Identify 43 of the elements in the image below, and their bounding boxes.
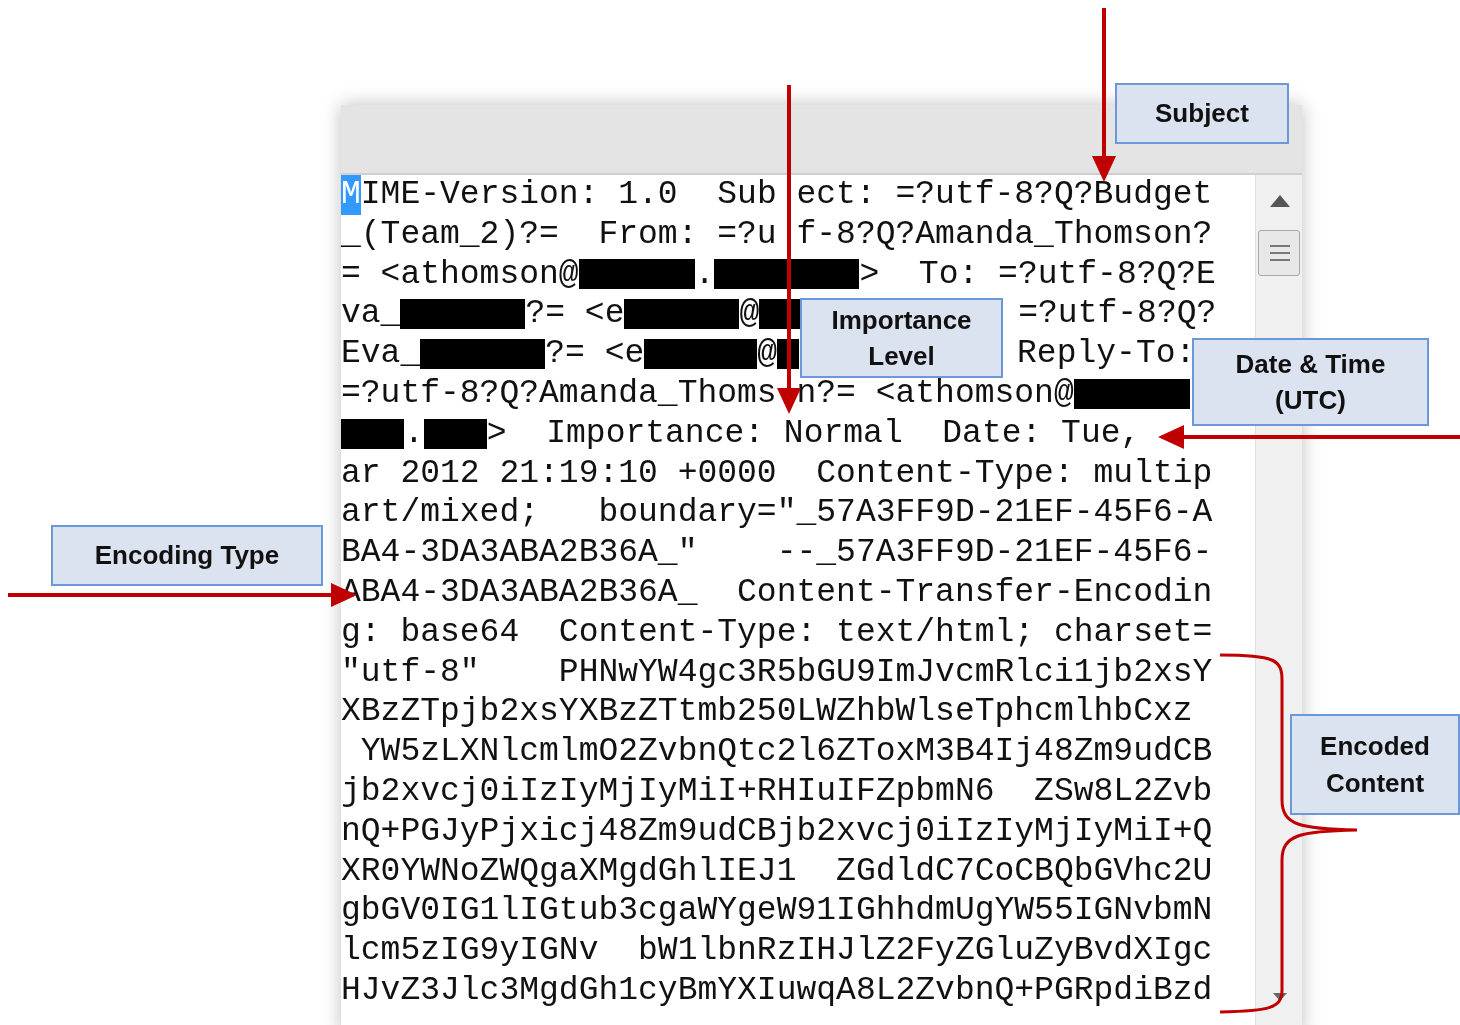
header-text: BA4-3DA3ABA2B36A_" --_57A3FF9D-21EF-45F6- — [341, 533, 1213, 573]
header-text: =?utf-8?Q?Amanda_Thoms — [341, 374, 777, 414]
callout-label: Encoded Content — [1290, 714, 1460, 815]
header-text: ABA4-3DA3ABA2B36A_ Content-Transfer-Encodin — [341, 572, 1213, 613]
header-text: jb2xvcj0iIzIyMjIyMiI+RHIuIFZpbmN6 ZSw8L2Zvb — [341, 771, 1213, 812]
header-text: f-8?Q?Amanda_Thomson? — [796, 214, 1213, 255]
header-text: YW5zLXNlcmlmO2ZvbnQtc2l6ZToxM3B4Ij48Zm9udCB — [359, 732, 1213, 772]
header-text: g: base64 Content-Type: text/html; charset= — [341, 612, 1213, 653]
callout-label: Encoding Type — [51, 525, 323, 586]
header-text: Eva_ — [341, 334, 421, 374]
header-text: XBzZTpjb2xsYXBzZTtmb250LWZhbWlseTphcmlhbCxz — [341, 692, 1193, 733]
header-text: > To: =?utf-8?Q?E — [859, 254, 1216, 295]
callout-label: Subject — [1115, 83, 1289, 144]
header-text: ?= <e — [545, 334, 645, 374]
header-text: @ — [757, 334, 778, 374]
header-text: HJvZ3Jlc3MgdGh1cyBmYXIuwqA8L2ZvbnQ+PGRpdiBzd — [341, 970, 1213, 1011]
header-text: @ — [739, 294, 760, 335]
header-text: IME-Version: 1.0 Sub — [360, 175, 777, 215]
header-text: XR0YWNoZWQgaXMgdGhlIEJ1 ZGdldC7CoCBQbGVhc2U — [341, 851, 1213, 892]
header-text: va_ — [341, 294, 401, 335]
redaction-block — [423, 418, 487, 449]
grip-icon — [1270, 244, 1290, 262]
header-text: =?utf-8?Q? — [1018, 294, 1217, 335]
scroll-thumb[interactable] — [1258, 230, 1300, 276]
scroll-up-icon[interactable] — [1270, 195, 1290, 207]
header-text: . — [694, 254, 715, 295]
redaction-block — [341, 418, 404, 449]
scroll-down-icon[interactable] — [1273, 993, 1287, 1001]
header-text: nQ+PGJyPjxicj48Zm9udCBjb2xvcj0iIzIyMjIyMiI+Q — [341, 811, 1213, 852]
header-text: = <athomson@ — [341, 254, 579, 295]
header-text: ?= <e — [525, 294, 625, 335]
cursor-highlighted-text: M — [341, 175, 361, 215]
header-text: . — [404, 413, 424, 454]
header-text: lcm5zIG9yIGNv bW1lbnRzIHJlZ2FyZGluZyBvdXIgc — [341, 931, 1213, 971]
callout-label: Importance Level — [800, 298, 1003, 378]
header-text: ect: =?utf-8?Q?Budget — [796, 175, 1213, 215]
header-text: "utf-8" PHNwYW4gc3R5bGU9ImJvcmRlci1jb2xsY — [341, 652, 1213, 693]
header-text: > Importance: Normal Date: Tue, — [486, 413, 1141, 454]
callout-label: Date & Time (UTC) — [1192, 338, 1429, 426]
header-text: gbGV0IG1lIGtub3cgaWYgeW91IGhhdmUgYW55IGNvbmN — [341, 891, 1213, 932]
header-text: art/mixed; boundary="_57A3FF9D-21EF-45F6-A — [341, 493, 1213, 534]
header-text: _(Team_2)?= From: =?u — [341, 214, 777, 255]
header-text: ar 2012 21:19:10 +0000 Content-Type: multip — [341, 453, 1213, 494]
